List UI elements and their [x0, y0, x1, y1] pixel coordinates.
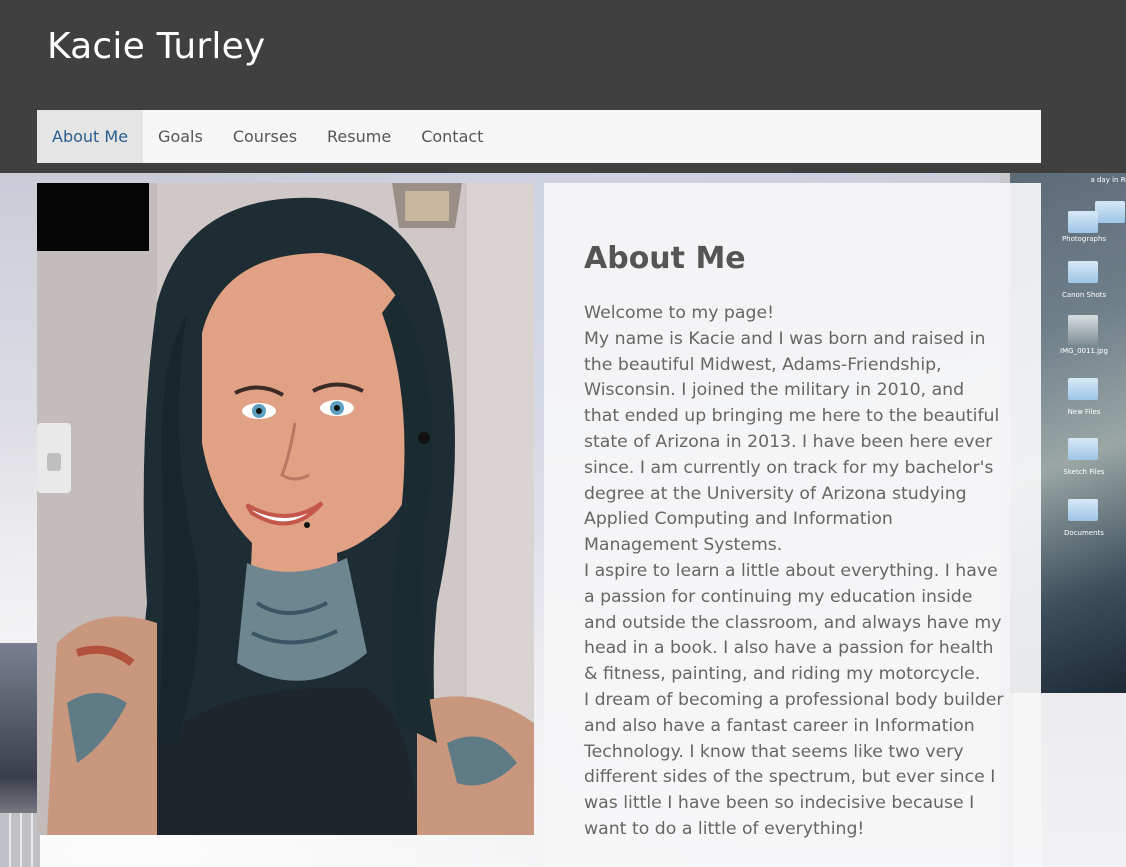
- folder-label: Sketch Files: [1063, 468, 1105, 476]
- folder-label: Documents: [1064, 529, 1104, 537]
- folder-icon: [1068, 261, 1098, 283]
- about-panel: About Me Welcome to my page! My name is …: [544, 183, 1041, 867]
- about-paragraph-background: My name is Kacie and I was born and rais…: [584, 328, 1000, 556]
- about-paragraph-aspirations: I aspire to learn a little about everyth…: [584, 560, 1002, 685]
- folder-icon: [1068, 378, 1098, 400]
- nav-item-goals[interactable]: Goals: [143, 110, 218, 163]
- nav-item-about-me[interactable]: About Me: [37, 110, 144, 163]
- site-title: Kacie Turley: [47, 26, 266, 67]
- about-paragraph-dreams: I dream of becoming a professional body …: [584, 689, 1004, 839]
- folder-icon: [1068, 499, 1098, 521]
- image-file-icon: [1068, 315, 1098, 345]
- about-heading: About Me: [584, 241, 746, 276]
- profile-photo-illustration: [37, 183, 534, 835]
- folder-icon: [1095, 201, 1125, 223]
- profile-photo: [37, 183, 534, 835]
- folder-icon: [1068, 211, 1098, 233]
- laptop-keyboard: [0, 813, 40, 867]
- about-body: Welcome to my page! My name is Kacie and…: [584, 301, 1004, 843]
- about-paragraph-welcome: Welcome to my page!: [584, 303, 775, 323]
- folder-icon: [1068, 438, 1098, 460]
- folder-label: New Files: [1067, 408, 1101, 416]
- folder-label: a day in Ro: [1090, 176, 1126, 184]
- nav-item-contact[interactable]: Contact: [406, 110, 498, 163]
- main-nav: About Me Goals Courses Resume Contact: [37, 110, 1041, 163]
- folder-label: Canon Shots: [1061, 291, 1107, 299]
- folder-label: Photographs: [1061, 235, 1107, 243]
- nav-item-courses[interactable]: Courses: [218, 110, 312, 163]
- nav-item-resume[interactable]: Resume: [312, 110, 406, 163]
- file-label: IMG_0011.jpg: [1060, 347, 1108, 355]
